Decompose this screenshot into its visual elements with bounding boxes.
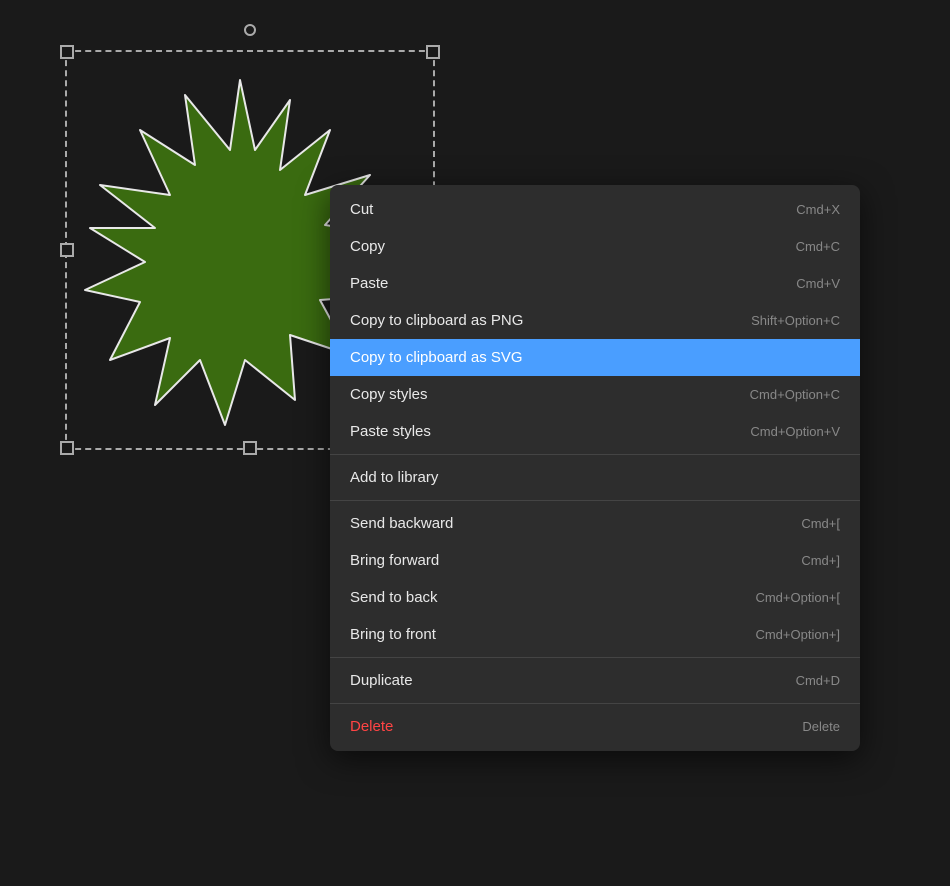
menu-item-label-bring-front: Bring to front (350, 626, 436, 643)
handle-middle-left[interactable] (60, 243, 74, 257)
menu-divider-2 (330, 500, 860, 501)
menu-divider-1 (330, 454, 860, 455)
menu-item-delete[interactable]: Delete Delete (330, 708, 860, 745)
menu-item-label-copy-svg: Copy to clipboard as SVG (350, 349, 523, 366)
menu-item-shortcut-paste: Cmd+V (796, 276, 840, 291)
menu-item-bring-front[interactable]: Bring to front Cmd+Option+] (330, 616, 860, 653)
menu-item-shortcut-bring-forward: Cmd+] (801, 553, 840, 568)
menu-item-shortcut-send-back: Cmd+Option+[ (755, 590, 840, 605)
menu-item-copy-png[interactable]: Copy to clipboard as PNG Shift+Option+C (330, 302, 860, 339)
menu-item-copy[interactable]: Copy Cmd+C (330, 228, 860, 265)
menu-item-paste-styles[interactable]: Paste styles Cmd+Option+V (330, 413, 860, 450)
canvas: Cut Cmd+X Copy Cmd+C Paste Cmd+V Copy to clipb… (0, 0, 950, 886)
menu-item-label-bring-forward: Bring forward (350, 552, 439, 569)
menu-item-label-paste: Paste (350, 275, 388, 292)
menu-item-shortcut-delete: Delete (802, 719, 840, 734)
menu-item-shortcut-bring-front: Cmd+Option+] (755, 627, 840, 642)
menu-item-label-add-library: Add to library (350, 469, 438, 486)
menu-item-copy-styles[interactable]: Copy styles Cmd+Option+C (330, 376, 860, 413)
menu-item-label-send-backward: Send backward (350, 515, 453, 532)
menu-item-add-library[interactable]: Add to library (330, 459, 860, 496)
menu-item-label-copy: Copy (350, 238, 385, 255)
menu-item-paste[interactable]: Paste Cmd+V (330, 265, 860, 302)
menu-item-label-duplicate: Duplicate (350, 672, 413, 689)
menu-item-label-copy-styles: Copy styles (350, 386, 428, 403)
menu-item-label-paste-styles: Paste styles (350, 423, 431, 440)
menu-item-shortcut-copy-styles: Cmd+Option+C (750, 387, 840, 402)
menu-item-bring-forward[interactable]: Bring forward Cmd+] (330, 542, 860, 579)
menu-item-shortcut-duplicate: Cmd+D (796, 673, 840, 688)
menu-item-send-back[interactable]: Send to back Cmd+Option+[ (330, 579, 860, 616)
rotation-handle[interactable] (244, 24, 256, 36)
handle-top-right[interactable] (426, 45, 440, 59)
menu-item-copy-svg[interactable]: Copy to clipboard as SVG (330, 339, 860, 376)
menu-item-shortcut-paste-styles: Cmd+Option+V (750, 424, 840, 439)
menu-item-label-copy-png: Copy to clipboard as PNG (350, 312, 523, 329)
menu-item-duplicate[interactable]: Duplicate Cmd+D (330, 662, 860, 699)
handle-top-left[interactable] (60, 45, 74, 59)
context-menu: Cut Cmd+X Copy Cmd+C Paste Cmd+V Copy to clipb… (330, 185, 860, 751)
menu-item-send-backward[interactable]: Send backward Cmd+[ (330, 505, 860, 542)
menu-item-shortcut-copy-png: Shift+Option+C (751, 313, 840, 328)
menu-item-shortcut-copy: Cmd+C (796, 239, 840, 254)
menu-item-cut[interactable]: Cut Cmd+X (330, 191, 860, 228)
menu-item-label-send-back: Send to back (350, 589, 438, 606)
menu-divider-4 (330, 703, 860, 704)
menu-item-label-cut: Cut (350, 201, 373, 218)
menu-item-label-delete: Delete (350, 718, 393, 735)
menu-item-shortcut-cut: Cmd+X (796, 202, 840, 217)
handle-bottom-middle[interactable] (243, 441, 257, 455)
handle-bottom-left[interactable] (60, 441, 74, 455)
menu-divider-3 (330, 657, 860, 658)
menu-item-shortcut-send-backward: Cmd+[ (801, 516, 840, 531)
